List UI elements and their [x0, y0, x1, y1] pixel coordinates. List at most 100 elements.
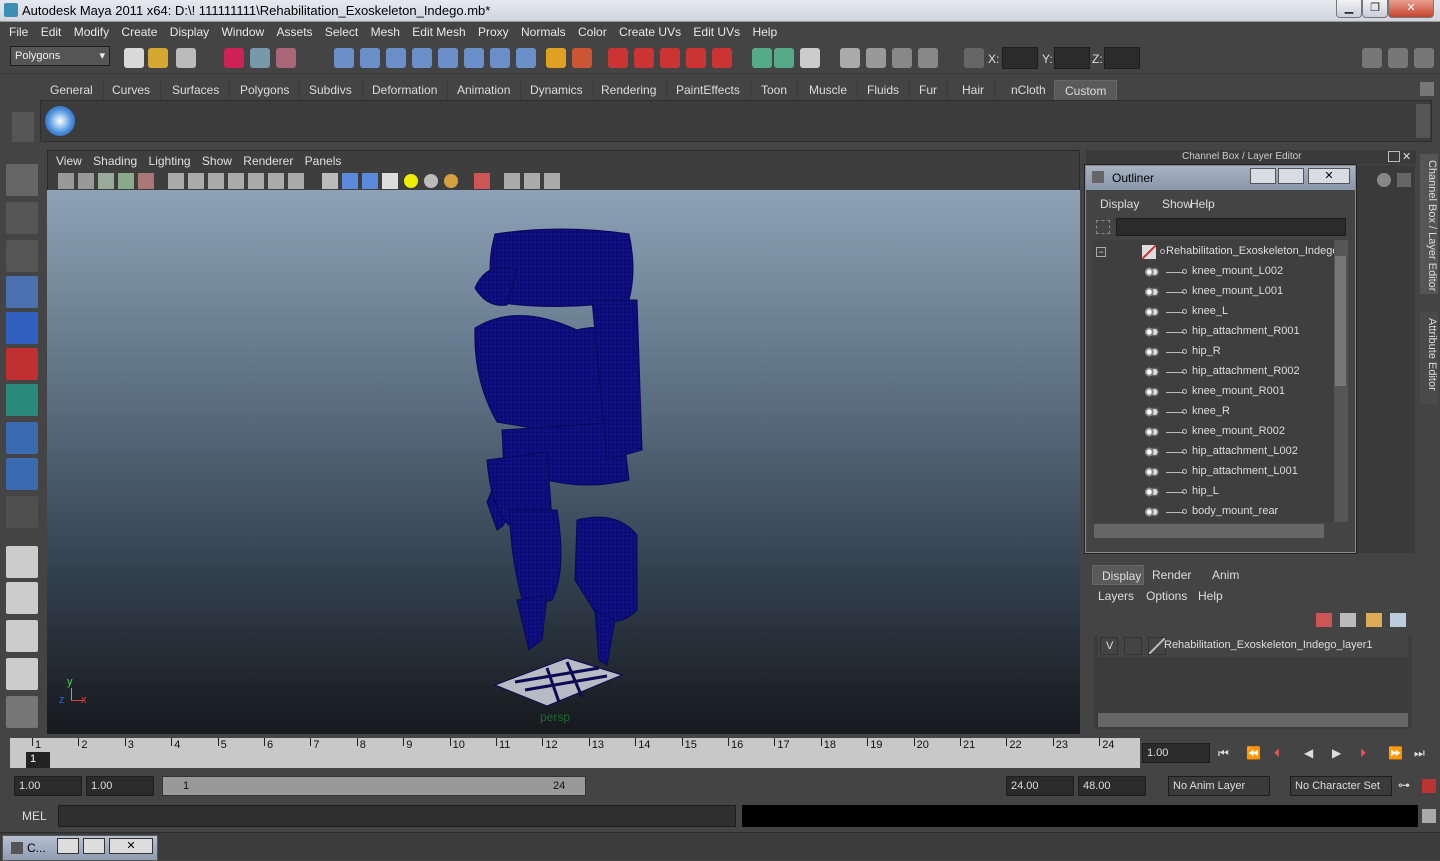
lock-icon[interactable] — [546, 48, 566, 68]
isolate-select-icon[interactable] — [474, 173, 490, 189]
input-line-icon[interactable] — [752, 48, 772, 68]
outliner-item-hip-attachment-r002[interactable]: hip_attachment_R002 — [1092, 362, 1332, 382]
outliner-item-hip-r[interactable]: hip_R — [1092, 342, 1332, 362]
outliner-persp-layout-icon[interactable] — [6, 620, 38, 652]
go-to-end-icon[interactable]: ⏭ — [1414, 746, 1425, 761]
outliner-vertical-scrollbar[interactable] — [1334, 240, 1348, 522]
step-forward-key-icon[interactable]: ⏩ — [1388, 746, 1403, 760]
shelf-scroll-icon[interactable] — [1416, 104, 1430, 138]
z-input[interactable] — [1104, 47, 1140, 69]
transform-mode-icon[interactable] — [964, 48, 984, 68]
film-icon[interactable] — [840, 48, 860, 68]
vp-menu-shading[interactable]: Shading — [93, 154, 137, 168]
menu-modify[interactable]: Modify — [74, 22, 109, 39]
select-tool-icon[interactable] — [6, 164, 38, 196]
single-view-layout-icon[interactable] — [6, 546, 38, 578]
outliner-scroll-thumb[interactable] — [1335, 256, 1346, 386]
menu-color[interactable]: Color — [578, 22, 607, 39]
close-small-button[interactable]: ✕ — [109, 838, 153, 854]
filter-icon[interactable] — [1096, 220, 1110, 234]
outliner-menu-help[interactable]: Help — [1190, 197, 1215, 211]
high-quality-icon[interactable] — [544, 173, 560, 189]
graph-editor-layout-icon[interactable] — [6, 658, 38, 690]
vp-menu-lighting[interactable]: Lighting — [149, 154, 191, 168]
construction-icon[interactable] — [490, 48, 510, 68]
shelf-tab-curves[interactable]: Curves — [102, 80, 162, 100]
move-layer-down-icon[interactable] — [1340, 613, 1356, 627]
render-view-icon[interactable] — [712, 48, 732, 68]
layer-tab-render[interactable]: Render — [1152, 568, 1191, 582]
tool-settings-toggle-icon[interactable] — [1414, 48, 1434, 68]
close-panel-icon[interactable]: ✕ — [1402, 150, 1411, 163]
start-time-field[interactable]: 1.00 — [14, 776, 82, 796]
two-d-pan-icon[interactable] — [138, 173, 154, 189]
clipboard-icon[interactable] — [800, 48, 820, 68]
shadows-icon[interactable] — [444, 174, 458, 188]
snap-point-icon[interactable] — [386, 48, 406, 68]
wireframe-icon[interactable] — [322, 173, 338, 189]
vp-menu-panels[interactable]: Panels — [305, 154, 342, 168]
play-backward-icon[interactable]: ◀ — [1304, 746, 1313, 760]
shelf-tab-toon[interactable]: Toon — [751, 80, 799, 100]
menu-edit-mesh[interactable]: Edit Mesh — [412, 22, 465, 39]
history-icon[interactable] — [464, 48, 484, 68]
outliner-item-knee-r[interactable]: knee_R — [1092, 402, 1332, 422]
layer-tab-anim[interactable]: Anim — [1212, 568, 1239, 582]
menu-normals[interactable]: Normals — [521, 22, 566, 39]
current-time-field[interactable]: 1.00 — [1142, 743, 1210, 763]
last-tool-icon[interactable] — [6, 496, 38, 528]
shelf-menu-icon[interactable] — [12, 112, 34, 142]
x-input[interactable] — [1002, 47, 1038, 69]
outliner-minimize-button[interactable] — [1250, 168, 1276, 184]
shelf-tab-animation[interactable]: Animation — [447, 80, 522, 100]
select-hierarchy-icon[interactable] — [224, 48, 244, 68]
menu-display[interactable]: Display — [170, 22, 209, 39]
vp-menu-show[interactable]: Show — [202, 154, 232, 168]
float-panel-icon[interactable] — [1388, 151, 1400, 162]
tab-attribute-editor[interactable]: Attribute Editor — [1420, 312, 1438, 404]
shelf-tab-ncloth[interactable]: nCloth — [1001, 80, 1057, 100]
script-editor-icon[interactable] — [1422, 809, 1436, 823]
key-icon[interactable]: ⊶ — [1398, 778, 1410, 792]
shelf-tab-painteffects[interactable]: PaintEffects — [666, 80, 751, 100]
default-light-icon[interactable] — [404, 174, 418, 188]
maximize-small-button[interactable] — [83, 838, 105, 854]
shelf-tab-deformation[interactable]: Deformation — [362, 80, 449, 100]
outliner-root-row[interactable]: − Rehabilitation_Exoskeleton_Indego — [1092, 242, 1338, 262]
layer-menu-layers[interactable]: Layers — [1098, 589, 1134, 603]
anim-layer-dropdown[interactable]: No Anim Layer — [1168, 776, 1270, 796]
move-tool-icon[interactable] — [6, 276, 38, 308]
auto-key-icon[interactable] — [1422, 779, 1436, 793]
four-view-layout-icon[interactable] — [6, 582, 38, 614]
menu-mesh[interactable]: Mesh — [371, 22, 400, 39]
xray-joints-icon[interactable] — [524, 173, 540, 189]
range-bar[interactable]: 1 24 — [162, 776, 586, 796]
outliner-menu-display[interactable]: Display — [1100, 197, 1139, 211]
menu-edit-uvs[interactable]: Edit UVs — [693, 22, 740, 39]
menu-assets[interactable]: Assets — [277, 22, 313, 39]
camera-attributes-icon[interactable] — [78, 173, 94, 189]
character-set-dropdown[interactable]: No Character Set — [1290, 776, 1392, 796]
image-plane-icon[interactable] — [118, 173, 134, 189]
shelf-tab-polygons[interactable]: Polygons — [230, 80, 301, 100]
channel-box-menu-icon[interactable] — [1377, 173, 1391, 187]
scale-tool-icon[interactable] — [6, 348, 38, 380]
tab-channel-box[interactable]: Channel Box / Layer Editor — [1420, 154, 1438, 294]
playback-start-field[interactable]: 1.00 — [86, 776, 154, 796]
xray-icon[interactable] — [504, 173, 520, 189]
wireframe-on-shaded-icon[interactable] — [362, 173, 378, 189]
gate-mask-icon[interactable] — [228, 173, 244, 189]
snap-grid-icon[interactable] — [334, 48, 354, 68]
hypershade-icon[interactable] — [686, 48, 706, 68]
ipr-render-icon[interactable] — [634, 48, 654, 68]
layer-horizontal-scrollbar[interactable] — [1098, 713, 1408, 727]
question-icon[interactable] — [516, 48, 536, 68]
layer-playback-toggle[interactable] — [1124, 637, 1142, 655]
grid-icon[interactable] — [168, 173, 184, 189]
open-scene-icon[interactable] — [148, 48, 168, 68]
menu-create-uvs[interactable]: Create UVs — [619, 22, 681, 39]
paint-select-tool-icon[interactable] — [6, 240, 38, 272]
outliner-close-button[interactable]: ✕ — [1308, 168, 1350, 184]
checkmark-icon[interactable] — [45, 106, 75, 136]
outliner-item-hip-l[interactable]: hip_L — [1092, 482, 1332, 502]
